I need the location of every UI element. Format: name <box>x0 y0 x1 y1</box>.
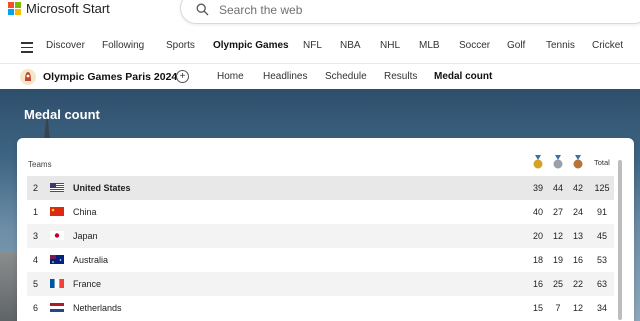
medal-table-card: Teams Total 2 United States 39 44 42 125… <box>17 138 634 321</box>
silver-count: 19 <box>552 255 563 265</box>
tab-results[interactable]: Results <box>384 71 417 82</box>
tab-medal-count[interactable]: Medal count <box>434 71 492 82</box>
bronze-count: 42 <box>572 183 583 193</box>
country-name: United States <box>73 183 131 193</box>
category-nav: Discover Following Sports Olympic Games … <box>0 34 640 58</box>
gold-count: 16 <box>532 279 543 289</box>
silver-count: 44 <box>552 183 563 193</box>
tab-home[interactable]: Home <box>217 71 244 82</box>
total-count: 91 <box>596 207 607 217</box>
bronze-count: 13 <box>572 231 583 241</box>
country-name: Netherlands <box>73 303 122 313</box>
us-flag-icon <box>50 183 64 192</box>
country-name: France <box>73 279 102 289</box>
page-title: Medal count <box>24 107 100 122</box>
nav-item-sports[interactable]: Sports <box>166 40 195 51</box>
nav-item-nhl[interactable]: NHL <box>380 40 400 51</box>
table-row[interactable]: 6 Netherlands 15 7 12 34 <box>27 296 614 320</box>
gold-count: 20 <box>532 231 543 241</box>
total-column-header: Total <box>594 158 610 167</box>
bronze-count: 22 <box>572 279 583 289</box>
table-row[interactable]: 1 China 40 27 24 91 <box>27 200 614 224</box>
rank-value: 5 <box>33 279 39 289</box>
tab-headlines[interactable]: Headlines <box>263 71 307 82</box>
country-name: Australia <box>73 255 109 265</box>
search-input[interactable]: Search the web <box>219 3 302 17</box>
nav-item-nba[interactable]: NBA <box>340 40 361 51</box>
tab-schedule[interactable]: Schedule <box>325 71 367 82</box>
silver-count: 7 <box>555 303 561 313</box>
gold-count: 15 <box>532 303 543 313</box>
rank-value: 4 <box>33 255 39 265</box>
nav-item-following[interactable]: Following <box>102 40 144 51</box>
total-count: 34 <box>596 303 607 313</box>
teams-column-header: Teams <box>28 160 52 169</box>
rank-value: 6 <box>33 303 39 313</box>
china-flag-icon <box>50 207 64 216</box>
menu-icon[interactable] <box>21 42 33 53</box>
olympics-mascot-icon <box>20 69 36 85</box>
total-count: 63 <box>596 279 607 289</box>
total-count: 53 <box>596 255 607 265</box>
australia-flag-icon <box>50 255 64 264</box>
gold-medal-icon <box>533 155 543 169</box>
france-flag-icon <box>50 279 64 288</box>
bronze-count: 12 <box>572 303 583 313</box>
total-count: 125 <box>594 183 610 193</box>
nav-item-tennis[interactable]: Tennis <box>546 40 575 51</box>
country-name: China <box>73 207 97 217</box>
table-row[interactable]: 3 Japan 20 12 13 45 <box>27 224 614 248</box>
app-name: Microsoft Start <box>26 1 110 16</box>
silver-count: 25 <box>552 279 563 289</box>
olympics-title[interactable]: Olympic Games Paris 2024 <box>43 71 177 83</box>
nav-item-mlb[interactable]: MLB <box>419 40 440 51</box>
bronze-count: 16 <box>572 255 583 265</box>
table-row[interactable]: 2 United States 39 44 42 125 <box>27 176 614 200</box>
nav-item-golf[interactable]: Golf <box>507 40 525 51</box>
silver-count: 27 <box>552 207 563 217</box>
total-count: 45 <box>596 231 607 241</box>
nav-item-nfl[interactable]: NFL <box>303 40 322 51</box>
rank-value: 2 <box>33 183 39 193</box>
table-row[interactable]: 4 Australia 18 19 16 53 <box>27 248 614 272</box>
top-bar: Microsoft Start Search the web <box>0 0 640 28</box>
japan-flag-icon <box>50 231 64 240</box>
country-name: Japan <box>73 231 98 241</box>
table-row[interactable]: 5 France 16 25 22 63 <box>27 272 614 296</box>
gold-count: 39 <box>532 183 543 193</box>
rank-value: 1 <box>33 207 39 217</box>
silver-count: 12 <box>552 231 563 241</box>
nav-item-olympic-games[interactable]: Olympic Games <box>213 40 289 51</box>
nav-item-soccer[interactable]: Soccer <box>459 40 490 51</box>
bronze-count: 24 <box>572 207 583 217</box>
search-box[interactable]: Search the web <box>180 0 640 24</box>
gold-count: 18 <box>532 255 543 265</box>
gold-count: 40 <box>532 207 543 217</box>
follow-plus-button[interactable]: + <box>176 70 189 83</box>
bronze-medal-icon <box>573 155 583 169</box>
search-icon <box>196 3 209 16</box>
rank-value: 3 <box>33 231 39 241</box>
nav-item-discover[interactable]: Discover <box>46 40 85 51</box>
olympics-subnav: Olympic Games Paris 2024 + Home Headline… <box>0 63 640 89</box>
microsoft-start-logo[interactable]: Microsoft Start <box>8 1 110 16</box>
nav-item-cricket[interactable]: Cricket <box>592 40 623 51</box>
table-scrollbar[interactable] <box>618 160 622 320</box>
netherlands-flag-icon <box>50 303 64 312</box>
microsoft-logo-icon <box>8 1 22 16</box>
silver-medal-icon <box>553 155 563 169</box>
